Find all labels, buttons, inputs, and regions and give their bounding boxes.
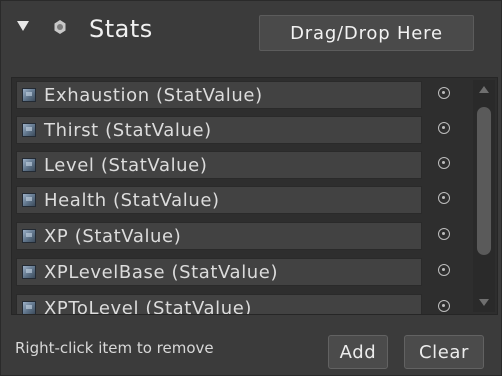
remove-hint: Right-click item to remove: [15, 339, 214, 357]
object-field-label: Health (StatValue): [44, 189, 220, 211]
list-item[interactable]: Thirst (StatValue): [16, 116, 466, 148]
list-item[interactable]: Level (StatValue): [16, 151, 466, 183]
object-field-label: Exhaustion (StatValue): [44, 84, 263, 106]
scrollbar-thumb[interactable]: [476, 106, 492, 256]
list-item[interactable]: XPToLevel (StatValue): [16, 294, 466, 315]
object-field-label: Thirst (StatValue): [44, 119, 212, 141]
scriptable-object-icon: [22, 88, 36, 102]
stats-panel: Stats Drag/Drop Here Exhaustion (StatVal…: [0, 0, 502, 376]
object-field-label: XPToLevel (StatValue): [44, 297, 253, 315]
object-field-label: XP (StatValue): [44, 225, 182, 247]
scriptable-object-icon: [22, 229, 36, 243]
clear-button[interactable]: Clear: [404, 335, 484, 369]
object-picker-icon[interactable]: [438, 228, 450, 240]
list-item[interactable]: Exhaustion (StatValue): [16, 81, 466, 113]
stats-list[interactable]: Exhaustion (StatValue) Thirst (StatValue…: [11, 77, 498, 315]
object-field[interactable]: XPLevelBase (StatValue): [16, 258, 422, 286]
object-picker-icon[interactable]: [438, 157, 450, 169]
list-item[interactable]: XP (StatValue): [16, 222, 466, 254]
object-field-label: Level (StatValue): [44, 154, 208, 176]
object-picker-icon[interactable]: [438, 122, 450, 134]
scriptable-object-icon: [22, 158, 36, 172]
list-item[interactable]: Health (StatValue): [16, 186, 466, 218]
object-field[interactable]: XPToLevel (StatValue): [16, 294, 422, 315]
object-field[interactable]: Level (StatValue): [16, 151, 422, 179]
panel-title: Stats: [89, 15, 153, 43]
foldout-arrow-icon[interactable]: [17, 21, 29, 31]
object-picker-icon[interactable]: [438, 264, 450, 276]
add-button[interactable]: Add: [328, 335, 388, 369]
object-field[interactable]: Exhaustion (StatValue): [16, 81, 422, 109]
scriptable-object-icon: [22, 265, 36, 279]
vertical-scrollbar[interactable]: [473, 80, 495, 312]
list-item[interactable]: XPLevelBase (StatValue): [16, 258, 466, 290]
scriptable-object-icon: [22, 193, 36, 207]
object-picker-icon[interactable]: [438, 87, 450, 99]
object-picker-icon[interactable]: [438, 192, 450, 204]
object-field[interactable]: XP (StatValue): [16, 222, 422, 250]
scriptable-object-icon: [22, 301, 36, 314]
settings-cog-icon[interactable]: [53, 20, 67, 34]
object-field-label: XPLevelBase (StatValue): [44, 261, 279, 283]
scriptable-object-icon: [22, 123, 36, 137]
scroll-down-arrow-icon[interactable]: [479, 299, 489, 306]
object-picker-icon[interactable]: [438, 300, 450, 312]
object-field[interactable]: Thirst (StatValue): [16, 116, 422, 144]
scroll-up-arrow-icon[interactable]: [479, 86, 489, 93]
object-field[interactable]: Health (StatValue): [16, 186, 422, 214]
panel-header: Stats Drag/Drop Here: [1, 1, 502, 63]
drag-drop-area[interactable]: Drag/Drop Here: [259, 15, 474, 51]
